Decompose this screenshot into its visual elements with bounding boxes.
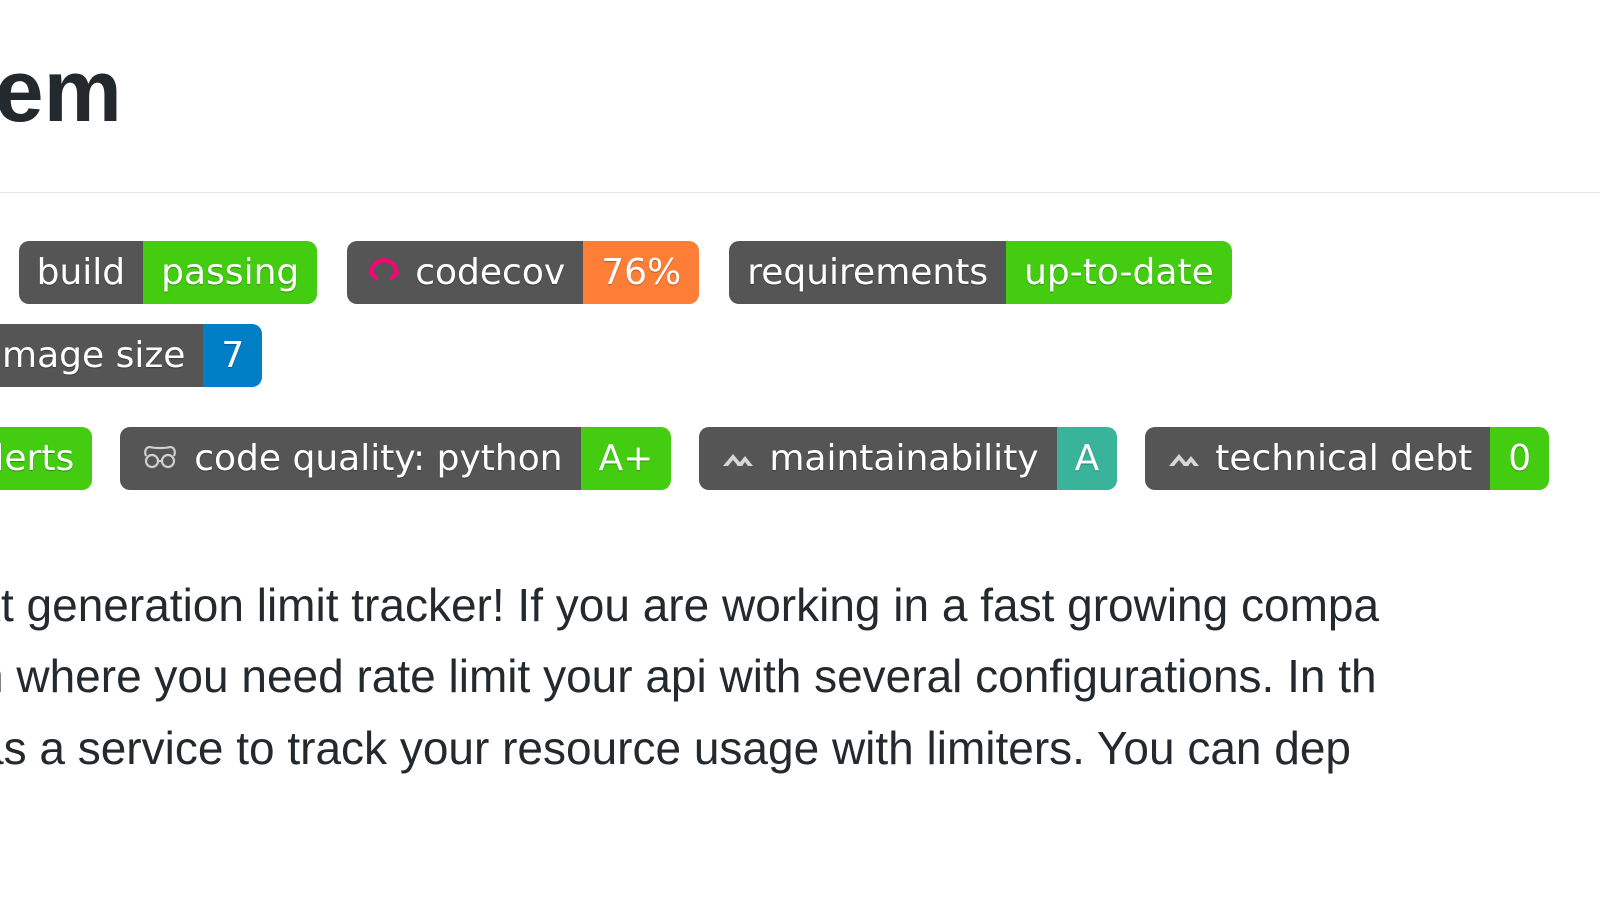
- badge-row-2: 0 alerts code quality: python A+: [0, 427, 1600, 490]
- repo-description: xt generation limit tracker! If you are …: [0, 490, 1600, 784]
- badge-code-quality-label-seg: code quality: python: [120, 427, 580, 490]
- badge-alerts-value: 0 alerts: [0, 427, 92, 490]
- repo-title: p'em: [0, 0, 1600, 193]
- badge-image-size[interactable]: image size 7: [0, 324, 262, 387]
- badge-code-quality-label: code quality: python: [194, 427, 562, 490]
- desc-line-3: as a service to track your resource usag…: [0, 713, 1600, 784]
- badge-maintainability-label: maintainability: [769, 427, 1038, 490]
- badge-code-quality-value: A+: [581, 427, 672, 490]
- badge-image-size-value: 7: [203, 324, 262, 387]
- badge-build-value: passing: [143, 241, 317, 304]
- desc-line-1: xt generation limit tracker! If you are …: [0, 570, 1600, 641]
- badge-codecov-label: codecov: [415, 241, 565, 304]
- badge-codecov[interactable]: codecov 76%: [347, 241, 699, 304]
- badge-maintainability-label-seg: maintainability: [699, 427, 1056, 490]
- badge-build-label: build: [19, 241, 144, 304]
- badge-codecov-label-seg: codecov: [347, 241, 583, 304]
- badge-requirements-label: requirements: [729, 241, 1006, 304]
- badge-alerts[interactable]: 0 alerts: [0, 427, 92, 490]
- badge-code-quality[interactable]: code quality: python A+: [120, 427, 671, 490]
- badge-build[interactable]: build passing: [19, 241, 318, 304]
- desc-line-2: n where you need rate limit your api wit…: [0, 641, 1600, 712]
- badge-codecov-value: 76%: [583, 241, 699, 304]
- badge-image-size-label: image size: [0, 324, 185, 387]
- badge-maintainability[interactable]: maintainability A: [699, 427, 1117, 490]
- badge-requirements-value: up-to-date: [1006, 241, 1232, 304]
- badge-technical-debt-label-seg: technical debt: [1145, 427, 1490, 490]
- badge-technical-debt-label: technical debt: [1215, 427, 1472, 490]
- badge-requirements[interactable]: requirements up-to-date: [729, 241, 1232, 304]
- badge-technical-debt-value: 0: [1490, 427, 1549, 490]
- codeclimate-icon: [1163, 446, 1203, 472]
- codeclimate-icon: [717, 446, 757, 472]
- badge-row-1: IT build passing codecov 76% requirement…: [0, 193, 1600, 387]
- codecov-icon: [365, 254, 403, 292]
- badge-image-size-label-seg: image size: [0, 324, 203, 387]
- badge-technical-debt[interactable]: technical debt 0: [1145, 427, 1549, 490]
- badge-maintainability-value: A: [1057, 427, 1118, 490]
- lgtm-icon: [138, 444, 182, 474]
